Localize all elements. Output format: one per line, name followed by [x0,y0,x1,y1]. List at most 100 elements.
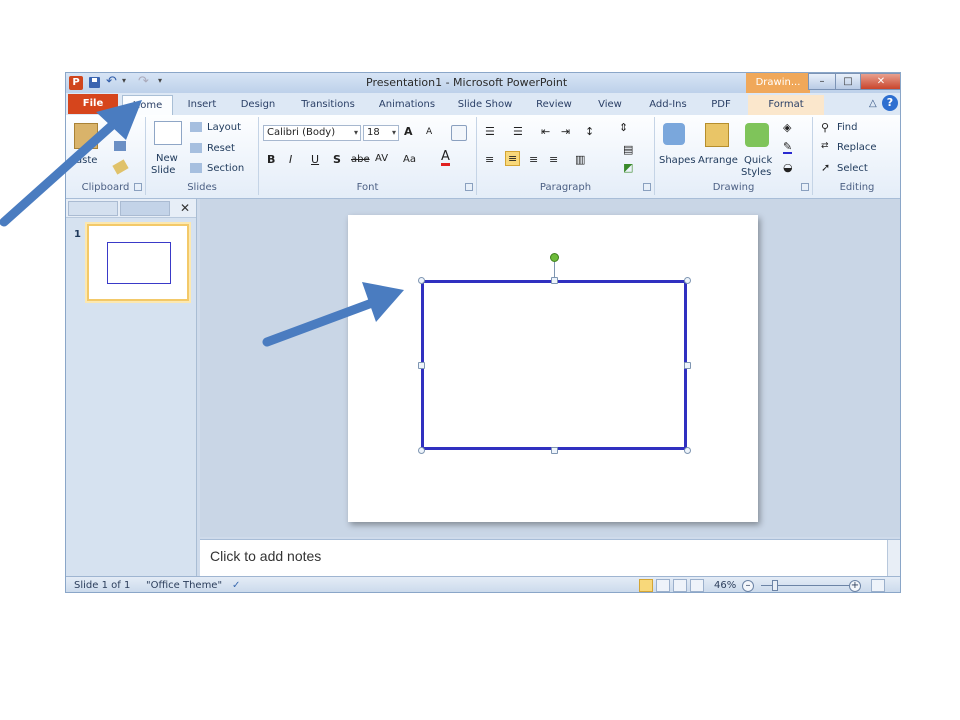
clipboard-launcher-icon[interactable] [134,183,142,191]
rotation-handle[interactable] [550,253,559,262]
clear-formatting-icon[interactable] [451,125,467,141]
copy-icon[interactable] [114,141,126,151]
slide-thumbnail[interactable] [87,224,189,301]
resize-handle-top-right[interactable] [684,277,691,284]
align-center-icon[interactable]: ≡ [505,151,521,166]
justify-icon[interactable]: ≡ [549,153,558,166]
tab-outline[interactable] [120,201,170,216]
layout-icon[interactable] [190,122,202,132]
zoom-slider-thumb[interactable] [772,580,778,591]
spell-check-icon[interactable]: ✓ [232,580,240,591]
quick-styles-label-2[interactable]: Styles [741,167,771,178]
shape-fill-icon[interactable]: ◈ [783,121,791,134]
format-painter-icon[interactable] [112,159,129,175]
paragraph-launcher-icon[interactable] [643,183,651,191]
close-button[interactable]: ✕ [860,73,900,90]
font-name-combo[interactable]: Calibri (Body) ▾ [263,125,361,141]
close-icon[interactable]: ✕ [180,201,190,215]
font-color-button[interactable]: A [441,150,450,166]
select-button[interactable]: Select [837,163,868,174]
slide-sorter-view-icon[interactable] [656,579,670,592]
paste-label[interactable]: aste [76,155,97,166]
increase-indent-icon[interactable]: ⇥ [561,125,570,138]
redo-icon[interactable]: ↷ [138,74,149,89]
line-spacing-icon[interactable]: ↕ [585,125,594,138]
numbering-icon[interactable]: ☰ [513,125,523,138]
tab-home[interactable]: Home [122,95,173,115]
new-slide-label-2[interactable]: Slide [151,165,175,176]
tab-animations[interactable]: Animations [372,95,442,115]
normal-view-icon[interactable] [639,579,653,592]
align-right-icon[interactable]: ≡ [529,153,538,166]
rectangle-shape[interactable] [421,280,687,450]
notes-placeholder[interactable]: Click to add notes [210,548,321,564]
text-direction-icon[interactable]: ⇕ [619,121,628,134]
minimize-ribbon-icon[interactable]: △ [869,98,877,109]
font-size-combo[interactable]: 18 ▾ [363,125,399,141]
align-text-icon[interactable]: ▤ [623,143,633,156]
shape-effects-icon[interactable]: ◒ [783,161,793,174]
shapes-button[interactable]: Shapes [659,155,696,166]
italic-button[interactable]: I [289,153,292,166]
resize-handle-left[interactable] [418,362,425,369]
section-icon[interactable] [190,163,202,173]
quick-styles-icon[interactable] [745,123,769,147]
columns-icon[interactable]: ▥ [575,153,585,166]
shapes-icon[interactable] [663,123,685,145]
tab-review[interactable]: Review [532,95,576,115]
resize-handle-bottom-right[interactable] [684,447,691,454]
undo-dropdown-icon[interactable]: ▾ [122,76,126,85]
zoom-out-icon[interactable]: – [742,580,754,592]
font-launcher-icon[interactable] [465,183,473,191]
section-button[interactable]: Section [207,163,244,174]
find-button[interactable]: Find [837,122,858,133]
tab-slides-thumbnails[interactable] [68,201,118,216]
shadow-button[interactable]: S [333,153,341,166]
tab-add-ins[interactable]: Add-Ins [644,95,692,115]
notes-scrollbar[interactable] [887,540,900,577]
powerpoint-logo-icon[interactable]: P [69,76,83,90]
align-left-icon[interactable]: ≡ [485,153,494,166]
zoom-level[interactable]: 46% [714,580,736,591]
tab-view[interactable]: View [590,95,630,115]
tab-pdf[interactable]: PDF [704,95,738,115]
resize-handle-bottom[interactable] [551,447,558,454]
resize-handle-bottom-left[interactable] [418,447,425,454]
arrange-button[interactable]: Arrange [698,155,738,166]
zoom-in-icon[interactable]: + [849,580,861,592]
resize-handle-right[interactable] [684,362,691,369]
slide-canvas[interactable] [348,215,758,522]
quick-styles-label[interactable]: Quick [744,155,772,166]
layout-button[interactable]: Layout [207,122,241,133]
reset-button[interactable]: Reset [207,143,235,154]
new-slide-icon[interactable] [154,121,182,145]
tab-file[interactable]: File [68,94,118,114]
arrange-icon[interactable] [705,123,729,147]
convert-smartart-icon[interactable]: ◩ [623,161,633,174]
tab-insert[interactable]: Insert [179,95,225,115]
help-icon[interactable]: ? [882,95,898,111]
select-cursor-icon[interactable]: ➚ [821,161,830,174]
strikethrough-button[interactable]: abe [351,154,370,165]
change-case-button[interactable]: Aa [403,154,416,165]
undo-icon[interactable]: ↶ [106,74,117,89]
paste-icon[interactable] [74,123,98,149]
find-icon[interactable]: ⚲ [821,121,829,134]
slide-show-view-icon[interactable] [690,579,704,592]
reading-view-icon[interactable] [673,579,687,592]
reset-icon[interactable] [190,143,202,153]
bold-button[interactable]: B [267,153,275,166]
grow-font-button[interactable]: A [404,125,413,138]
resize-handle-top[interactable] [551,277,558,284]
new-slide-label[interactable]: New [156,153,178,164]
tab-transitions[interactable]: Transitions [294,95,362,115]
character-spacing-button[interactable]: AV [375,153,388,164]
decrease-indent-icon[interactable]: ⇤ [541,125,550,138]
fit-to-window-icon[interactable] [871,579,885,592]
shrink-font-button[interactable]: A [426,127,432,137]
minimize-button[interactable]: – [808,73,836,90]
maximize-button[interactable]: □ [835,73,861,90]
replace-button[interactable]: Replace [837,142,877,153]
notes-pane[interactable]: Click to add notes [200,539,900,577]
bullets-icon[interactable]: ☰ [485,125,495,138]
